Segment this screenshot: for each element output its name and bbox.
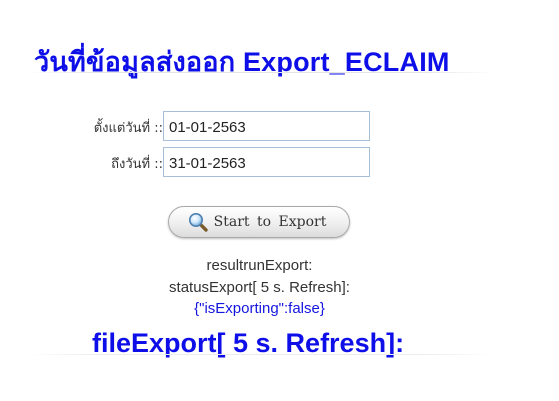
start-date-label: ตั้งแต่วันที่ :: (93, 121, 163, 136)
status-export-value: {"isExporting":false} (194, 300, 325, 317)
end-date-input[interactable] (163, 147, 370, 177)
end-date-row: ถึงวันที่ :: (0, 147, 559, 177)
start-export-button[interactable]: Start to Export (168, 206, 350, 238)
status-export-text: statusExport[ 5 s. Refresh]: (169, 279, 350, 296)
title-divider (28, 72, 493, 73)
start-date-row: ตั้งแต่วันที่ :: (0, 111, 559, 141)
page-title: วันที่ข้อมูลส่งออก Export_ECLAIM (34, 47, 450, 77)
bottom-divider (28, 354, 493, 355)
result-run-export-text: resultrunExport: (206, 257, 313, 274)
start-date-input[interactable] (163, 111, 370, 141)
start-export-label: Start to Export (213, 214, 327, 230)
magnifier-icon (188, 212, 208, 232)
end-date-label: ถึงวันที่ :: (111, 157, 163, 172)
